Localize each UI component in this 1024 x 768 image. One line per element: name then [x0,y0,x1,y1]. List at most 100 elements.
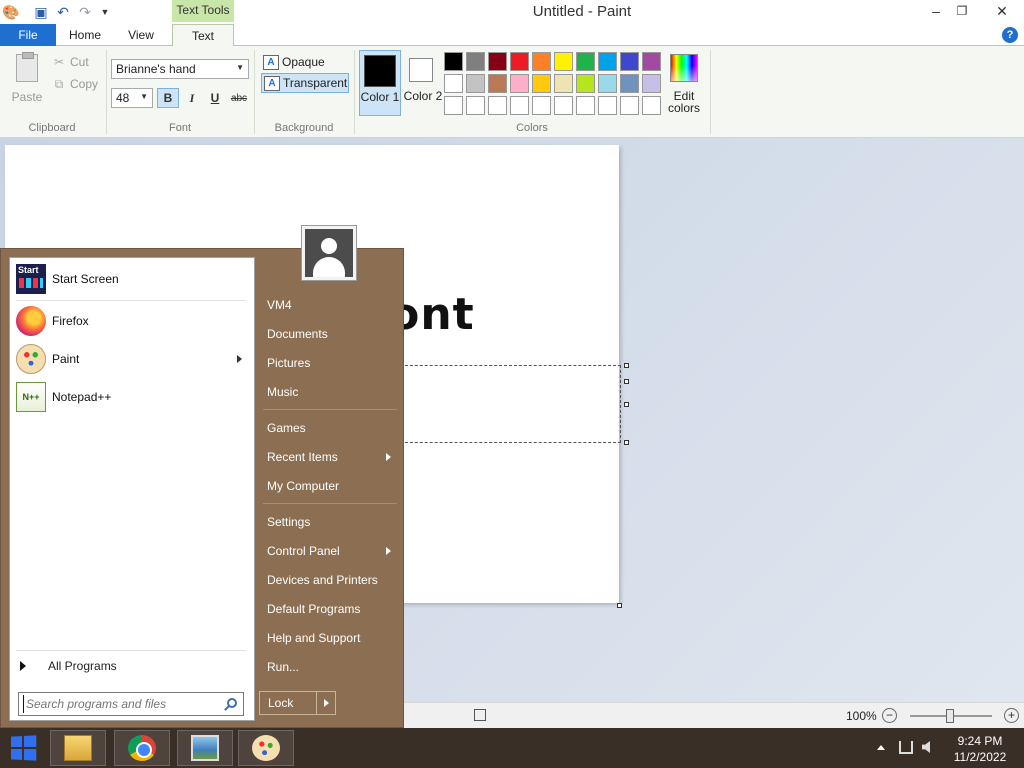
palette-swatch[interactable] [466,74,485,93]
edit-colors-button[interactable]: Edit colors [666,50,702,116]
place-devices-and-printers[interactable]: Devices and Printers [259,568,399,592]
palette-swatch[interactable] [554,52,573,71]
palette-swatch[interactable] [576,96,595,115]
italic-button[interactable]: I [181,88,203,108]
palette-swatch[interactable] [576,52,595,71]
palette-swatch[interactable] [620,96,639,115]
canvas-resize-handle[interactable] [617,603,622,608]
palette-swatch[interactable] [620,52,639,71]
color-1-button[interactable]: Color 1 [359,50,401,116]
palette-swatch[interactable] [466,52,485,71]
clock-time[interactable]: 9:24 PM [944,734,1016,748]
palette-swatch[interactable] [444,52,463,71]
volume-icon[interactable] [922,741,930,753]
windows-start-icon[interactable] [8,733,41,763]
tab-text[interactable]: Text [172,24,234,47]
place-documents[interactable]: Documents [259,322,399,346]
place-vm4[interactable]: VM4 [259,293,399,317]
palette-swatch[interactable] [488,74,507,93]
place-default-programs[interactable]: Default Programs [259,597,399,621]
opaque-button[interactable]: A Opaque [261,52,349,72]
program-paint[interactable]: Paint [16,342,250,376]
tab-view[interactable]: View [114,24,168,46]
palette-swatch[interactable] [532,74,551,93]
palette-swatch[interactable] [554,74,573,93]
bold-button[interactable]: B [157,88,179,108]
undo-icon[interactable]: ↶ [54,3,72,21]
palette-swatch[interactable] [488,52,507,71]
network-icon[interactable] [899,741,913,754]
transparent-button[interactable]: A Transparent [261,73,349,93]
save-icon[interactable]: ▣ [32,3,50,21]
copy-button[interactable]: ⧉ Copy [52,75,98,93]
strikethrough-button[interactable]: abc [228,88,250,108]
palette-swatch[interactable] [488,96,507,115]
palette-swatch[interactable] [598,96,617,115]
user-avatar[interactable] [301,225,357,281]
all-programs-button[interactable]: All Programs [20,656,246,676]
place-pictures[interactable]: Pictures [259,351,399,375]
resize-handle[interactable] [624,379,629,384]
palette-swatch[interactable] [642,74,661,93]
tab-file[interactable]: File [0,24,56,46]
place-settings[interactable]: Settings [259,510,399,534]
palette-swatch[interactable] [444,96,463,115]
resize-handle[interactable] [624,402,629,407]
zoom-slider-thumb[interactable] [946,709,954,723]
zoom-out-button[interactable]: − [882,708,897,723]
taskbar-file-explorer[interactable] [50,730,106,766]
palette-swatch[interactable] [620,74,639,93]
palette-swatch[interactable] [532,52,551,71]
cut-button[interactable]: ✂ Cut [52,53,89,71]
restore-button[interactable]: ❐ [946,0,978,22]
title-bar: 🎨 ▣ ↶ ↷ ▼ Text Tools Untitled - Paint – … [0,0,1024,24]
program-firefox[interactable]: Firefox [16,304,250,338]
palette-swatch[interactable] [532,96,551,115]
clock-date[interactable]: 11/2/2022 [944,750,1016,764]
place-my-computer[interactable]: My Computer [259,474,399,498]
place-games[interactable]: Games [259,416,399,440]
palette-swatch[interactable] [510,96,529,115]
place-recent-items[interactable]: Recent Items [259,445,399,469]
chevron-down-icon[interactable]: ▼ [96,3,114,21]
resize-handle[interactable] [624,363,629,368]
palette-swatch[interactable] [510,74,529,93]
place-control-panel[interactable]: Control Panel [259,539,399,563]
palette-swatch[interactable] [554,96,573,115]
program-start-screen[interactable]: Start Start Screen [16,262,250,296]
palette-swatch[interactable] [642,52,661,71]
show-hidden-icons-icon[interactable] [877,745,885,750]
zoom-in-button[interactable]: + [1004,708,1019,723]
palette-swatch[interactable] [598,74,617,93]
palette-swatch[interactable] [598,52,617,71]
tab-home[interactable]: Home [56,24,114,46]
search-icon[interactable] [227,698,237,708]
underline-button[interactable]: U [204,88,226,108]
paint-app-icon[interactable]: 🎨 [2,3,20,21]
search-input[interactable] [23,695,219,713]
resize-handle[interactable] [624,440,629,445]
search-box[interactable] [18,692,244,716]
palette-swatch[interactable] [444,74,463,93]
palette-swatch[interactable] [466,96,485,115]
help-icon[interactable]: ? [1002,27,1018,43]
palette-swatch[interactable] [576,74,595,93]
palette-swatch[interactable] [642,96,661,115]
redo-icon[interactable]: ↷ [76,3,94,21]
lock-button[interactable]: Lock [259,691,317,715]
place-help-and-support[interactable]: Help and Support [259,626,399,650]
taskbar-paint[interactable] [238,730,294,766]
color-2-button[interactable]: Color 2 [403,50,442,116]
text-input-box[interactable] [395,363,629,445]
place-music[interactable]: Music [259,380,399,404]
paste-button[interactable]: Paste [8,52,46,108]
font-size-dropdown[interactable]: 48 ▼ [111,88,153,108]
power-options-button[interactable] [316,691,336,715]
close-button[interactable]: ✕ [986,0,1018,22]
taskbar-photos[interactable] [177,730,233,766]
font-family-dropdown[interactable]: Brianne's hand ▼ [111,59,249,79]
place-run[interactable]: Run... [259,655,399,679]
taskbar-chrome[interactable] [114,730,170,766]
program-notepad-plus-plus[interactable]: N++ Notepad++ [16,380,250,414]
palette-swatch[interactable] [510,52,529,71]
